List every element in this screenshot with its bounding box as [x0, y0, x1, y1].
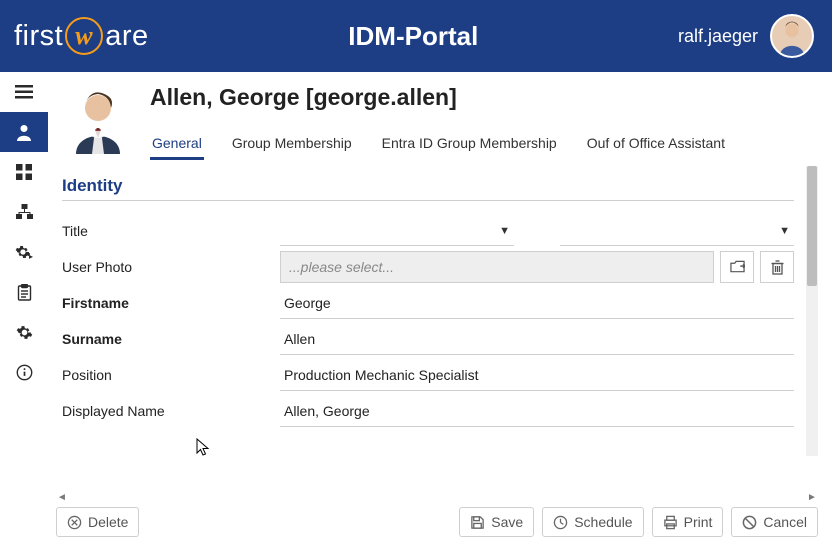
input-position[interactable]: Production Mechanic Specialist	[280, 359, 794, 391]
sidebar-item-settings-2[interactable]	[0, 312, 48, 352]
delete-button-label: Delete	[88, 514, 128, 530]
label-title: Title	[62, 223, 280, 239]
current-user-avatar[interactable]	[770, 14, 814, 58]
sidebar-item-settings-1[interactable]: ▸	[0, 232, 48, 272]
logo-w: w	[75, 23, 93, 49]
select-title-1[interactable]: ▼	[280, 216, 514, 246]
select-title-2[interactable]: ▼	[560, 216, 794, 246]
cancel-button-label: Cancel	[763, 514, 807, 530]
tabs: General Group Membership Entra ID Group …	[150, 131, 820, 160]
button-delete-photo[interactable]	[760, 251, 794, 283]
scroll-right-icon[interactable]: ►	[806, 491, 818, 503]
logo: first w are	[14, 17, 149, 55]
save-button-label: Save	[491, 514, 523, 530]
print-button[interactable]: Print	[652, 507, 724, 537]
tab-general[interactable]: General	[150, 131, 204, 159]
label-displayed-name: Displayed Name	[62, 403, 280, 419]
label-surname: Surname	[62, 331, 280, 347]
input-user-photo[interactable]: ...please select...	[280, 251, 714, 283]
delete-button[interactable]: Delete	[56, 507, 139, 537]
tab-group-membership[interactable]: Group Membership	[230, 131, 354, 159]
input-displayed-name[interactable]: Allen, George	[280, 395, 794, 427]
vertical-scroll-thumb[interactable]	[807, 166, 817, 286]
section-title-identity: Identity	[62, 176, 794, 201]
profile-photo	[66, 82, 130, 154]
logo-text-right: are	[105, 20, 148, 53]
caret-down-icon: ▼	[779, 225, 790, 237]
logo-text-left: first	[14, 20, 63, 53]
tab-entra-id-group[interactable]: Entra ID Group Membership	[380, 131, 559, 159]
photo-placeholder: ...please select...	[289, 259, 394, 275]
sidebar-item-user[interactable]	[0, 112, 48, 152]
main-area: Allen, George [george.allen] General Gro…	[48, 72, 832, 546]
button-browse-photo[interactable]	[720, 251, 754, 283]
cancel-button[interactable]: Cancel	[731, 507, 818, 537]
profile-title: Allen, George [george.allen]	[150, 84, 820, 111]
input-firstname[interactable]: George	[280, 287, 794, 319]
caret-down-icon: ▼	[499, 225, 510, 237]
scroll-left-icon[interactable]: ◄	[56, 491, 68, 503]
sidebar-item-clipboard[interactable]	[0, 272, 48, 312]
save-button[interactable]: Save	[459, 507, 534, 537]
schedule-button[interactable]: Schedule	[542, 507, 643, 537]
sidebar: ▸	[0, 72, 48, 546]
sidebar-item-menu[interactable]	[0, 72, 48, 112]
schedule-button-label: Schedule	[574, 514, 632, 530]
user-block[interactable]: ralf.jaeger	[678, 14, 814, 58]
sidebar-item-grid[interactable]	[0, 152, 48, 192]
current-user-name: ralf.jaeger	[678, 26, 758, 47]
footer-bar: Delete Save Schedule Print Cancel	[48, 504, 832, 546]
print-button-label: Print	[684, 514, 713, 530]
sidebar-item-info[interactable]	[0, 352, 48, 392]
label-user-photo: User Photo	[62, 259, 280, 275]
form-content: Identity Title ▼ ▼ User Photo ...please …	[52, 166, 818, 486]
profile-header: Allen, George [george.allen] General Gro…	[48, 72, 832, 160]
tab-out-of-office[interactable]: Ouf of Office Assistant	[585, 131, 727, 159]
label-firstname: Firstname	[62, 295, 280, 311]
logo-circle: w	[65, 17, 103, 55]
vertical-scrollbar[interactable]	[806, 166, 818, 456]
horizontal-scrollbar[interactable]: ◄ ►	[48, 490, 832, 504]
app-title: IDM-Portal	[348, 21, 478, 52]
sidebar-item-org[interactable]	[0, 192, 48, 232]
label-position: Position	[62, 367, 280, 383]
input-surname[interactable]: Allen	[280, 323, 794, 355]
app-header: first w are IDM-Portal ralf.jaeger	[0, 0, 832, 72]
